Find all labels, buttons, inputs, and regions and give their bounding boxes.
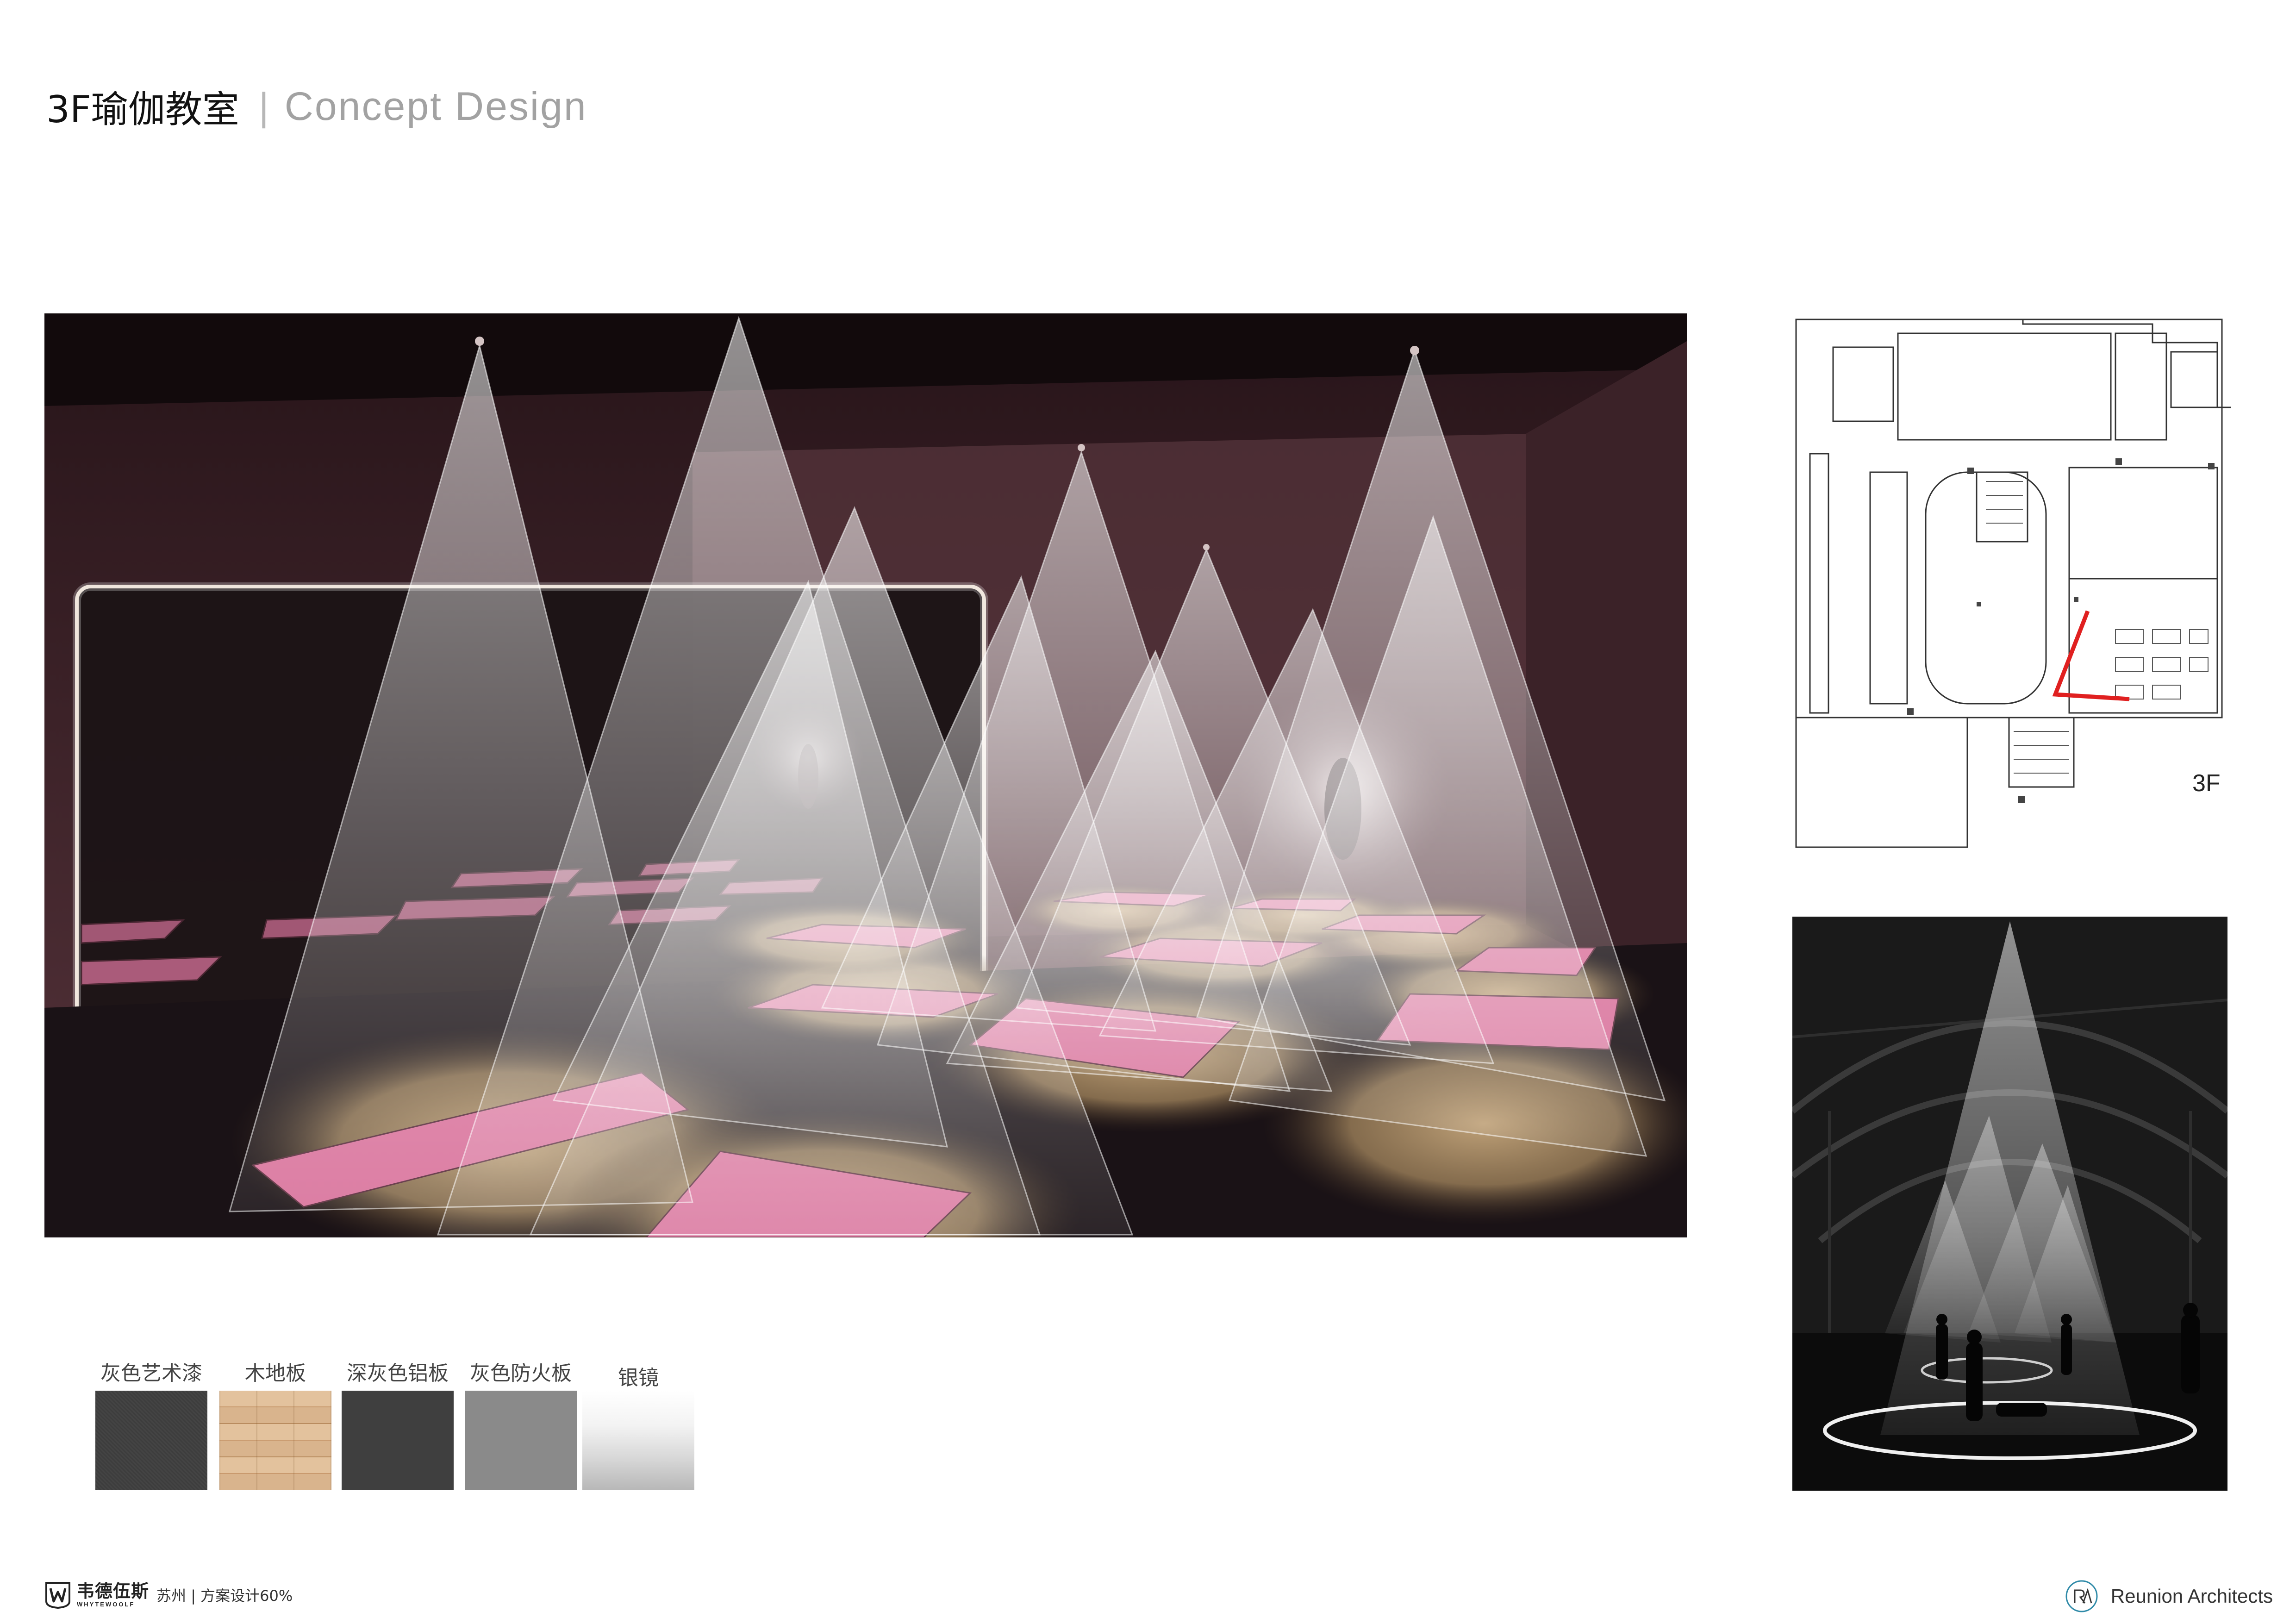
reunion-architects-logo-icon bbox=[2065, 1580, 2098, 1612]
material-label-dark-gray-aluminum: 深灰色铝板 bbox=[347, 1362, 449, 1385]
material-swatch-silver-mirror bbox=[582, 1391, 694, 1490]
floor-label: 3F bbox=[2192, 770, 2221, 797]
page-subtitle: Concept Design bbox=[284, 84, 587, 129]
reference-light-installation-image bbox=[1792, 917, 2227, 1491]
footer-architect: Reunion Architects bbox=[2065, 1578, 2273, 1615]
brand-name-block: 韦德伍斯 WHYTEWOOLF bbox=[77, 1582, 149, 1607]
material-swatch-gray-art-paint bbox=[95, 1391, 207, 1490]
material-label-wood-floor: 木地板 bbox=[245, 1362, 306, 1385]
material-label-gray-fireproof-board: 灰色防火板 bbox=[470, 1362, 572, 1385]
architect-name: Reunion Architects bbox=[2110, 1585, 2273, 1607]
title-separator: | bbox=[258, 84, 269, 128]
project-info: 苏州 | 方案设计60% bbox=[156, 1587, 293, 1605]
material-swatch-wood-floor bbox=[219, 1391, 331, 1490]
floor-plan-3f bbox=[1791, 315, 2236, 852]
page-title: 3F瑜伽教室 bbox=[46, 88, 239, 131]
whytewoolf-logo-icon bbox=[45, 1582, 70, 1609]
main-room-render bbox=[44, 313, 1687, 1237]
material-label-silver-mirror: 银镜 bbox=[618, 1366, 659, 1390]
footer-brand: 韦德伍斯 WHYTEWOOLF 苏州 | 方案设计60% bbox=[44, 1579, 293, 1611]
brand-name-en: WHYTEWOOLF bbox=[77, 1601, 135, 1608]
page-title-row: 3F瑜伽教室 | Concept Design bbox=[46, 79, 587, 134]
brand-name-cn: 韦德伍斯 bbox=[77, 1581, 150, 1601]
material-swatch-gray-fireproof-board bbox=[465, 1391, 577, 1490]
view-marker bbox=[2052, 610, 2130, 701]
material-swatch-dark-gray-aluminum bbox=[342, 1391, 454, 1490]
material-label-gray-art-paint: 灰色艺术漆 bbox=[100, 1362, 202, 1385]
